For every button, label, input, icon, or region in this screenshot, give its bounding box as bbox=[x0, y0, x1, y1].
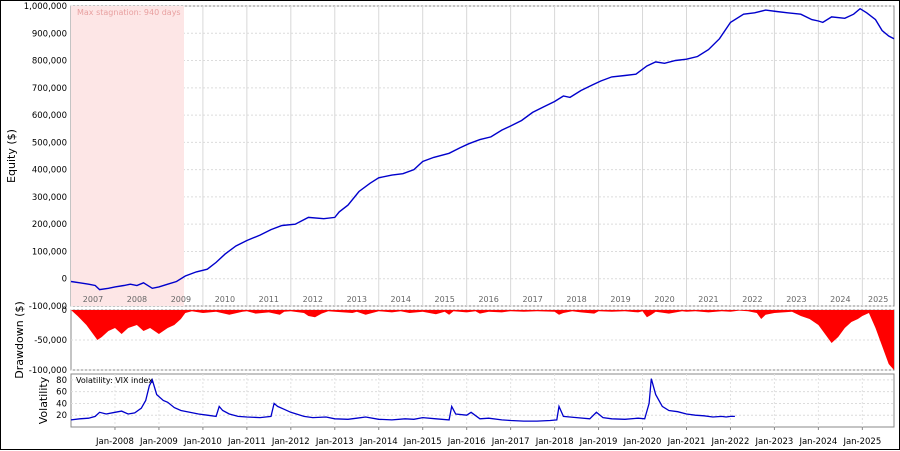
volatility-legend: Volatility: VIX index bbox=[76, 376, 153, 385]
equity-y-tick-label: 200,000 bbox=[32, 220, 67, 230]
x-tick-label: Jan-2018 bbox=[535, 437, 574, 447]
equity-year-label: 2011 bbox=[259, 295, 279, 304]
equity-year-label: 2023 bbox=[786, 295, 806, 304]
equity-year-label: 2022 bbox=[742, 295, 762, 304]
equity-y-tick-label: 100,000 bbox=[32, 247, 67, 257]
equity-year-label: 2021 bbox=[698, 295, 718, 304]
equity-y-tick-label: 600,000 bbox=[32, 111, 67, 121]
x-tick-label: Jan-2011 bbox=[227, 437, 266, 447]
equity-year-label: 2012 bbox=[303, 295, 323, 304]
equity-year-label: 2015 bbox=[435, 295, 455, 304]
x-tick-label: Jan-2024 bbox=[798, 437, 837, 447]
x-tick-label: Jan-2010 bbox=[183, 437, 222, 447]
drawdown-y-tick-label: -50,000 bbox=[34, 336, 67, 346]
chart-frame: Max stagnation: 940 days 1,000,000 900,00… bbox=[0, 0, 900, 450]
equity-year-label: 2018 bbox=[566, 295, 586, 304]
equity-year-label: 2008 bbox=[127, 295, 147, 304]
equity-year-label: 2025 bbox=[868, 295, 888, 304]
volatility-y-tick-label: 40 bbox=[56, 399, 67, 409]
x-tick-label: Jan-2013 bbox=[315, 437, 354, 447]
drawdown-axis-label: Drawdown ($) bbox=[13, 301, 26, 379]
x-tick-label: Jan-2019 bbox=[579, 437, 618, 447]
equity-year-label: 2009 bbox=[171, 295, 191, 304]
volatility-y-tick-label: 60 bbox=[56, 388, 67, 398]
x-tick-label: Jan-2017 bbox=[491, 437, 530, 447]
equity-year-label: 2024 bbox=[830, 295, 850, 304]
equity-y-tick-label: 900,000 bbox=[32, 29, 67, 39]
x-tick-label: Jan-2025 bbox=[842, 437, 881, 447]
x-tick-label: Jan-2023 bbox=[755, 437, 794, 447]
equity-year-label: 2017 bbox=[522, 295, 542, 304]
drawdown-y-tick-label: -100,000 bbox=[29, 366, 67, 376]
x-tick-label: Jan-2014 bbox=[359, 437, 398, 447]
x-tick-label: Jan-2021 bbox=[667, 437, 706, 447]
equity-y-tick-label: 800,000 bbox=[32, 57, 67, 67]
x-tick-label: Jan-2016 bbox=[447, 437, 486, 447]
equity-year-label: 2016 bbox=[478, 295, 498, 304]
equity-y-tick-label: 1,000,000 bbox=[24, 2, 67, 12]
x-tick-label: Jan-2008 bbox=[95, 437, 134, 447]
equity-year-label: 2020 bbox=[654, 295, 674, 304]
equity-year-label: 2014 bbox=[391, 295, 411, 304]
equity-y-tick-label: 0 bbox=[62, 275, 67, 285]
equity-y-tick-label: 400,000 bbox=[32, 166, 67, 176]
backtest-chart: Max stagnation: 940 days 1,000,000 900,00… bbox=[5, 2, 895, 447]
equity-y-tick-label: 700,000 bbox=[32, 84, 67, 94]
drawdown-y-tick-label: 0 bbox=[62, 306, 67, 316]
equity-y-tick-label: 500,000 bbox=[32, 138, 67, 148]
eq-panel-frame bbox=[70, 5, 895, 307]
equity-year-label: 2019 bbox=[610, 295, 630, 304]
stagnation-band bbox=[71, 6, 184, 306]
volatility-y-tick-label: 80 bbox=[56, 376, 67, 386]
x-tick-label: Jan-2022 bbox=[711, 437, 750, 447]
stagnation-annotation: Max stagnation: 940 days bbox=[77, 8, 181, 17]
x-tick-label: Jan-2015 bbox=[403, 437, 442, 447]
x-tick-label: Jan-2020 bbox=[623, 437, 662, 447]
equity-y-tick-label: 300,000 bbox=[32, 193, 67, 203]
volatility-axis-label: Volatility bbox=[37, 376, 50, 424]
x-tick-label: Jan-2009 bbox=[139, 437, 178, 447]
x-tick-label: Jan-2012 bbox=[271, 437, 310, 447]
equity-year-label: 2007 bbox=[83, 295, 103, 304]
volatility-y-tick-label: 20 bbox=[56, 411, 67, 421]
equity-year-label: 2010 bbox=[215, 295, 235, 304]
equity-year-label: 2013 bbox=[347, 295, 367, 304]
dd-panel-frame bbox=[70, 309, 895, 371]
equity-axis-label: Equity ($) bbox=[5, 129, 18, 183]
